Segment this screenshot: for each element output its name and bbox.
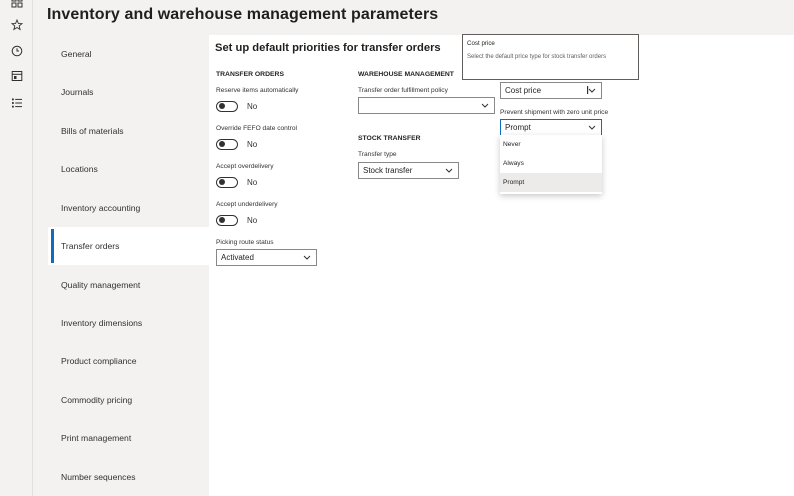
- nav-item-transfer-orders[interactable]: Transfer orders: [48, 227, 209, 265]
- accept-underdelivery-label: Accept underdelivery: [216, 201, 278, 208]
- transfer-orders-heading: TRANSFER ORDERS: [216, 71, 284, 78]
- override-fefo-value: No: [247, 140, 258, 149]
- nav-item-inventory-dimensions[interactable]: Inventory dimensions: [48, 304, 209, 342]
- accept-underdelivery-value: No: [247, 216, 258, 225]
- chevron-down-icon: [445, 168, 453, 173]
- fulfillment-policy-label: Transfer order fulfillment policy: [358, 87, 448, 94]
- toggle-knob: [219, 179, 225, 186]
- transfer-type-select[interactable]: Stock transfer: [358, 162, 459, 179]
- nav-item-locations[interactable]: Locations: [48, 150, 209, 188]
- app-icon-rail: [0, 0, 33, 496]
- reserve-items-label: Reserve items automatically: [216, 87, 299, 94]
- stock-transfer-heading: STOCK TRANSFER: [358, 135, 421, 142]
- chevron-down-icon: [481, 103, 489, 108]
- picking-route-status-label: Picking route status: [216, 239, 274, 246]
- nav-item-commodity-pricing[interactable]: Commodity pricing: [48, 381, 209, 419]
- nav-item-general[interactable]: General: [48, 35, 209, 73]
- price-type-value: Cost price: [505, 86, 542, 95]
- zero-unit-price-dropdown: Never Always Prompt: [500, 135, 602, 194]
- picking-route-status-select[interactable]: Activated: [216, 249, 317, 266]
- dropdown-option-prompt[interactable]: Prompt: [500, 173, 602, 192]
- toggle-knob: [219, 141, 225, 148]
- accept-overdelivery-label: Accept overdelivery: [216, 163, 274, 170]
- nav-item-bills-of-materials[interactable]: Bills of materials: [48, 112, 209, 150]
- parameters-nav: General Journals Bills of materials Loca…: [48, 35, 209, 496]
- warehouse-management-heading: WAREHOUSE MANAGEMENT: [358, 71, 454, 78]
- nav-item-journals[interactable]: Journals: [48, 73, 209, 111]
- content-pane: Set up default priorities for transfer o…: [209, 35, 794, 496]
- section-title: Set up default priorities for transfer o…: [215, 42, 441, 54]
- reserve-items-toggle-row: No: [216, 101, 257, 112]
- toggle-knob: [219, 103, 225, 110]
- nav-item-print-management[interactable]: Print management: [48, 419, 209, 457]
- star-icon[interactable]: [8, 16, 25, 33]
- zero-unit-price-select[interactable]: Prompt: [500, 119, 602, 136]
- override-fefo-toggle[interactable]: [216, 139, 238, 150]
- picking-route-status-value: Activated: [221, 253, 254, 262]
- tooltip-body: Select the default price type for stock …: [467, 54, 607, 60]
- list-icon[interactable]: [8, 94, 25, 111]
- zero-unit-price-label: Prevent shipment with zero unit price: [500, 109, 609, 116]
- chevron-down-icon: [303, 255, 311, 260]
- accept-overdelivery-toggle-row: No: [216, 177, 257, 188]
- clock-icon[interactable]: [8, 42, 25, 59]
- override-fefo-label: Override FEFO date control: [216, 125, 297, 132]
- workspace-icon[interactable]: [8, 67, 25, 84]
- toggle-knob: [219, 217, 225, 224]
- zero-unit-price-value: Prompt: [505, 123, 531, 132]
- dropdown-option-never[interactable]: Never: [500, 135, 602, 154]
- price-type-tooltip: Cost price Select the default price type…: [462, 34, 639, 80]
- dropdown-option-always[interactable]: Always: [500, 154, 602, 173]
- nav-item-quality-management[interactable]: Quality management: [48, 266, 209, 304]
- accept-underdelivery-toggle[interactable]: [216, 215, 238, 226]
- text-cursor-icon: I: [586, 84, 590, 97]
- grid-icon[interactable]: [8, 0, 25, 10]
- fulfillment-policy-select[interactable]: [358, 97, 495, 114]
- accept-underdelivery-toggle-row: No: [216, 215, 257, 226]
- nav-item-number-sequences[interactable]: Number sequences: [48, 458, 209, 496]
- chevron-down-icon: [588, 125, 596, 130]
- reserve-items-toggle[interactable]: [216, 101, 238, 112]
- nav-item-inventory-accounting[interactable]: Inventory accounting: [48, 189, 209, 227]
- reserve-items-value: No: [247, 102, 258, 111]
- override-fefo-toggle-row: No: [216, 139, 257, 150]
- accept-overdelivery-value: No: [247, 178, 258, 187]
- tooltip-title: Cost price: [467, 40, 495, 47]
- transfer-type-label: Transfer type: [358, 151, 397, 158]
- transfer-type-value: Stock transfer: [363, 166, 413, 175]
- page-title: Inventory and warehouse management param…: [47, 6, 439, 23]
- accept-overdelivery-toggle[interactable]: [216, 177, 238, 188]
- nav-item-product-compliance[interactable]: Product compliance: [48, 342, 209, 380]
